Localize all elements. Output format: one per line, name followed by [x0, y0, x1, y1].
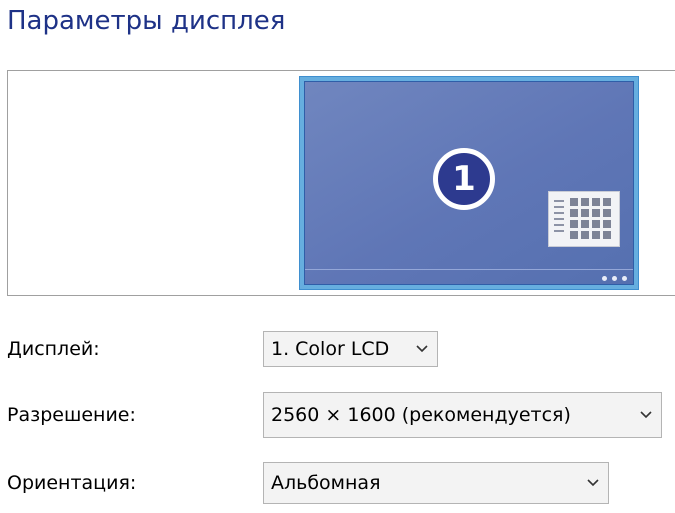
resolution-select-value: 2560 × 1600 (рекомендуется) — [271, 404, 571, 426]
display-select[interactable]: 1. Color LCD — [263, 331, 438, 367]
display-preview-area: 1 — [7, 70, 675, 296]
monitor-screen: 1 — [304, 81, 634, 285]
display-settings-page: Параметры дисплея 1 Дисплей: 1. Color LC… — [0, 0, 675, 513]
chevron-down-icon — [416, 345, 428, 353]
resolution-label: Разрешение: — [7, 404, 136, 426]
resolution-row: Разрешение: 2560 × 1600 (рекомендуется) — [7, 392, 675, 438]
display-label: Дисплей: — [7, 338, 100, 360]
chevron-down-icon — [587, 479, 599, 487]
monitor-number: 1 — [452, 159, 476, 199]
start-screen-lines — [554, 200, 564, 236]
orientation-row: Ориентация: Альбомная — [7, 462, 675, 504]
more-dots-icon — [602, 276, 627, 281]
taskbar-line — [305, 269, 633, 270]
start-screen-icon — [548, 191, 620, 247]
start-screen-tiles — [570, 198, 611, 239]
orientation-select-value: Альбомная — [271, 472, 381, 494]
display-select-value: 1. Color LCD — [271, 338, 390, 360]
page-title: Параметры дисплея — [7, 6, 286, 36]
monitor-number-badge: 1 — [433, 148, 495, 210]
monitor-1-tile[interactable]: 1 — [299, 76, 639, 290]
resolution-select[interactable]: 2560 × 1600 (рекомендуется) — [263, 392, 662, 438]
orientation-label: Ориентация: — [7, 472, 137, 494]
orientation-select[interactable]: Альбомная — [263, 462, 609, 504]
display-row: Дисплей: 1. Color LCD — [7, 331, 675, 367]
chevron-down-icon — [640, 411, 652, 419]
